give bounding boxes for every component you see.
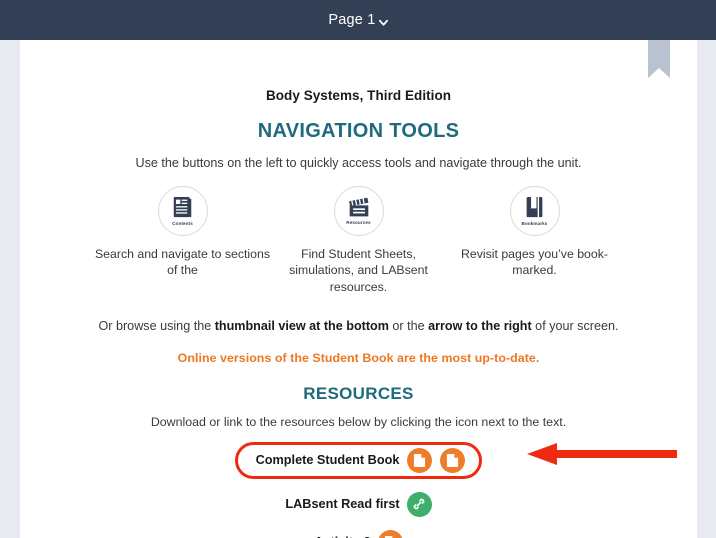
browse-bold-arrow: arrow to the right: [428, 318, 532, 333]
page-selector-label: Page 1: [328, 12, 376, 28]
resource-row: Activity 2: [20, 529, 697, 538]
resources-subtitle: Download or link to the resources below …: [150, 414, 567, 429]
resources-button[interactable]: Resources: [333, 186, 384, 236]
bookmarks-button[interactable]: Bookmarks: [509, 186, 560, 236]
resource-row: LABsent Read first: [20, 491, 697, 517]
contents-caption: Search and navigate to sections of the: [94, 247, 270, 278]
document-page-icon[interactable]: [407, 447, 433, 473]
link-chain-icon[interactable]: [406, 491, 432, 517]
chevron-down-icon: [378, 18, 388, 27]
bookmarks-book-icon: [524, 196, 545, 219]
resources-heading: RESOURCES: [303, 383, 414, 403]
complete-student-book-highlight: Complete Student Book: [234, 441, 483, 479]
navigation-tools-row: Contents Search and navigate to sections…: [20, 170, 697, 295]
navigation-tools-heading: NAVIGATION TOOLS: [257, 120, 460, 142]
resource-label: Complete Student Book: [255, 453, 400, 468]
resources-caption: Find Student Sheets, simulations, and LA…: [289, 247, 428, 294]
contents-document-icon: [172, 196, 193, 219]
browse-part-1: Or browse using the: [98, 318, 215, 333]
browse-part-2: or the: [388, 318, 429, 333]
bookmarks-caption: Revisit pages you’ve book-marked.: [461, 247, 608, 278]
browse-instruction: Or browse using the thumbnail view at th…: [20, 295, 697, 333]
vertical-scrollbar[interactable]: [710, 40, 716, 538]
left-pointing-arrow: [527, 441, 677, 467]
document-title: Body Systems, Third Edition: [265, 88, 452, 103]
contents-icon-label: Contents: [172, 220, 193, 226]
resources-icon-label: Resources: [346, 219, 371, 225]
navigation-lead-text: Use the buttons on the left to quickly a…: [135, 156, 582, 170]
browse-part-3: of your screen.: [531, 318, 619, 333]
browse-bold-thumbnail: thumbnail view at the bottom: [214, 318, 389, 333]
viewer-topbar: Page 1: [0, 0, 716, 40]
document-page-icon[interactable]: [440, 447, 466, 473]
page-selector-dropdown[interactable]: Page 1: [328, 12, 388, 28]
nav-tool-bookmarks: Bookmarks Revisit pages you’ve book-mark…: [447, 186, 623, 295]
bookmarks-icon-label: Bookmarks: [521, 220, 548, 226]
online-version-note: Online versions of the Student Book are …: [177, 350, 540, 365]
nav-tool-contents: Contents Search and navigate to sections…: [95, 186, 271, 295]
pdf-viewer: Page 1 Body Systems, Third Edition NAVIG…: [0, 0, 716, 538]
document-page-icon[interactable]: [377, 529, 403, 538]
resource-label: LABsent Read first: [285, 497, 400, 512]
contents-button[interactable]: Contents: [157, 186, 208, 236]
left-page-gutter: [0, 40, 20, 538]
resources-clapperboard-icon: [348, 197, 370, 218]
nav-tool-resources: Resources Find Student Sheets, simulatio…: [271, 186, 447, 295]
